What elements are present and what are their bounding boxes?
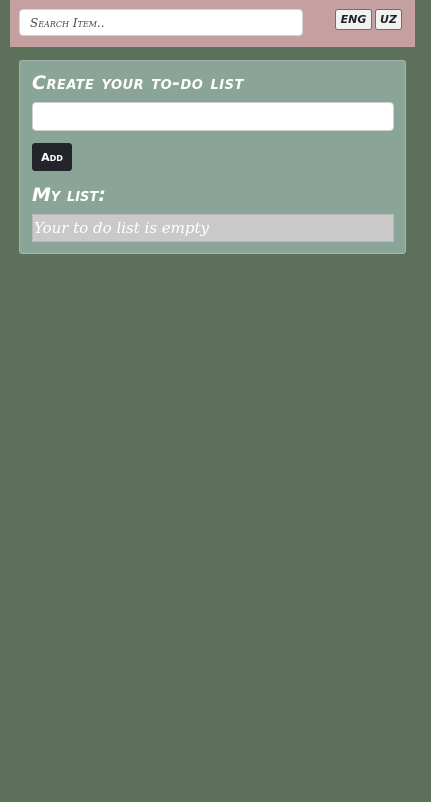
language-eng-button[interactable]: ENG — [335, 9, 372, 30]
language-uz-button[interactable]: UZ — [375, 9, 402, 30]
search-input[interactable] — [19, 9, 303, 36]
empty-list-message: Your to do list is empty — [32, 214, 394, 242]
add-button[interactable]: Add — [32, 143, 72, 171]
list-title: My list: — [32, 184, 106, 206]
todo-card: Create your to-do list Add My list: Your… — [19, 60, 406, 254]
todo-input[interactable] — [32, 102, 394, 131]
todo-title: Create your to-do list — [32, 72, 244, 94]
top-header: ENG UZ — [10, 0, 415, 47]
